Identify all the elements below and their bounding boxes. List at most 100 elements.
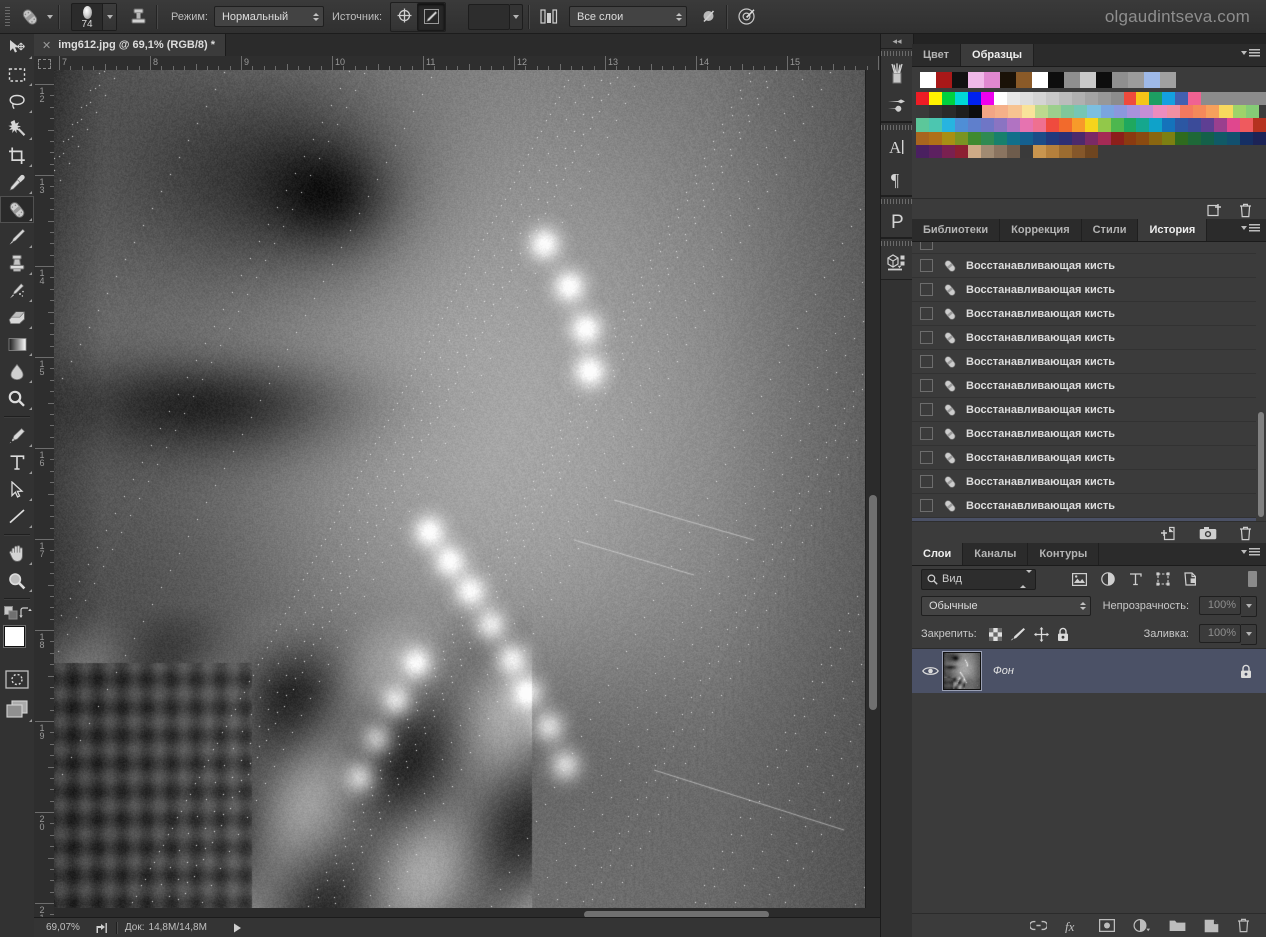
color-swatch[interactable] <box>942 105 956 119</box>
options-bar-grip[interactable] <box>3 5 13 28</box>
color-swatch[interactable] <box>1214 92 1228 106</box>
history-item[interactable]: Восстанавливающая кисть <box>912 326 1266 350</box>
layer-row-background[interactable]: Фон <box>912 649 1266 693</box>
tab-color[interactable]: Цвет <box>912 44 962 66</box>
color-swatch[interactable] <box>1175 144 1189 158</box>
color-swatch[interactable] <box>1136 118 1150 132</box>
lock-transparency-icon[interactable] <box>988 627 1002 641</box>
color-swatch[interactable] <box>1149 131 1163 145</box>
tool-crop[interactable] <box>0 142 34 169</box>
filter-smart-object-icon[interactable] <box>1184 572 1198 586</box>
pattern-swatch-picker[interactable] <box>468 3 523 30</box>
color-swatch[interactable] <box>1097 131 1111 145</box>
color-swatch[interactable] <box>1071 144 1085 158</box>
color-swatch[interactable] <box>1162 131 1176 145</box>
recent-swatch[interactable] <box>1128 72 1144 88</box>
tab-styles[interactable]: Стили <box>1081 219 1139 241</box>
color-swatch[interactable] <box>993 92 1007 106</box>
tablet-pressure-button[interactable] <box>733 4 759 30</box>
dock-grip-3[interactable] <box>881 197 913 205</box>
color-swatch[interactable] <box>941 131 955 145</box>
swap-colors-icon[interactable] <box>19 607 32 619</box>
collapse-panels-icon[interactable]: ◂◂ <box>881 34 913 48</box>
color-swatch[interactable] <box>968 105 982 119</box>
recent-swatch[interactable] <box>984 72 1000 88</box>
fill-value[interactable]: 100% <box>1199 623 1241 643</box>
color-swatch[interactable] <box>928 131 942 145</box>
color-swatch[interactable] <box>1175 92 1189 106</box>
vertical-scroll-thumb[interactable] <box>869 495 877 710</box>
pattern-source-button[interactable] <box>125 4 151 30</box>
layer-name[interactable]: Фон <box>993 665 1014 677</box>
color-swatch[interactable] <box>1110 118 1124 132</box>
new-snapshot-icon[interactable] <box>1199 526 1217 540</box>
color-swatch[interactable] <box>928 118 942 132</box>
color-swatch[interactable] <box>1206 105 1220 119</box>
color-swatch[interactable] <box>1219 105 1233 119</box>
tab-layers[interactable]: Слои <box>912 543 964 565</box>
history-item[interactable]: Восстанавливающая кисть <box>912 254 1266 278</box>
mode-select[interactable]: Нормальный <box>213 6 324 27</box>
color-swatch[interactable] <box>1136 92 1150 106</box>
delete-state-icon[interactable] <box>1239 526 1252 541</box>
color-swatch[interactable] <box>1149 92 1163 106</box>
color-swatch[interactable] <box>1188 92 1202 106</box>
lock-icon[interactable] <box>1240 664 1252 679</box>
color-swatch[interactable] <box>1019 118 1033 132</box>
history-item[interactable]: Восстанавливающая кисть <box>912 398 1266 422</box>
color-swatch[interactable] <box>1201 92 1215 106</box>
brush-chevron-down-icon[interactable] <box>102 3 116 30</box>
history-item[interactable]: Восстанавливающая кисть <box>912 446 1266 470</box>
history-item[interactable]: Восстанавливающая кисть <box>912 518 1266 521</box>
history-snapshot-checkbox[interactable] <box>920 499 933 512</box>
color-swatch[interactable] <box>967 118 981 132</box>
color-swatch[interactable] <box>955 105 969 119</box>
dock-grip[interactable] <box>881 49 913 57</box>
color-swatch[interactable] <box>1253 144 1266 158</box>
play-arrow-icon[interactable] <box>233 923 242 933</box>
color-swatch[interactable] <box>1123 92 1137 106</box>
document-tab[interactable]: ✕ img612.jpg @ 69,1% (RGB/8) * <box>34 34 227 56</box>
color-swatch[interactable] <box>1201 131 1215 145</box>
dock-grip-4[interactable] <box>881 239 913 247</box>
tab-libraries[interactable]: Библиотеки <box>912 219 1001 241</box>
recent-swatch[interactable] <box>1000 72 1016 88</box>
3d-icon[interactable] <box>881 247 913 279</box>
zoom-level[interactable]: 69,07% <box>46 922 80 933</box>
color-swatch[interactable] <box>1149 118 1163 132</box>
color-swatch[interactable] <box>1192 105 1207 119</box>
recent-swatch[interactable] <box>968 72 984 88</box>
color-swatch[interactable] <box>1162 92 1176 106</box>
history-item[interactable]: Восстанавливающая кисть <box>912 278 1266 302</box>
color-swatch[interactable] <box>1253 118 1266 132</box>
history-snapshot-checkbox[interactable] <box>920 355 933 368</box>
history-item[interactable]: Восстанавливающая кисть <box>912 374 1266 398</box>
color-swatch[interactable] <box>1175 131 1189 145</box>
color-swatch[interactable] <box>1245 105 1259 119</box>
canvas-vertical-scrollbar[interactable] <box>865 70 880 918</box>
color-swatch[interactable] <box>1110 131 1124 145</box>
dock-grip-2[interactable] <box>881 123 913 131</box>
color-swatch[interactable] <box>1045 144 1059 158</box>
properties-icon[interactable]: P <box>881 205 913 237</box>
tab-history[interactable]: История <box>1138 219 1208 241</box>
color-swatch[interactable] <box>1136 131 1150 145</box>
fill-field[interactable]: 100% <box>1199 623 1257 645</box>
color-swatch[interactable] <box>1100 105 1114 119</box>
color-swatch[interactable] <box>993 131 1007 145</box>
tool-blur[interactable] <box>0 358 34 385</box>
history-snapshot-checkbox[interactable] <box>920 283 933 296</box>
color-swatch[interactable] <box>967 131 981 145</box>
lock-all-icon[interactable] <box>1057 627 1069 642</box>
delete-swatch-icon[interactable] <box>1239 203 1252 218</box>
color-swatch[interactable] <box>1123 131 1137 145</box>
color-swatch[interactable] <box>1227 131 1241 145</box>
color-swatch[interactable] <box>1019 131 1033 145</box>
color-swatch[interactable] <box>1162 144 1176 158</box>
color-swatch[interactable] <box>916 144 929 158</box>
color-swatch[interactable] <box>1019 144 1033 158</box>
opacity-field[interactable]: 100% <box>1199 595 1257 617</box>
color-swatch[interactable] <box>916 131 929 145</box>
color-swatch[interactable] <box>1153 105 1167 119</box>
filter-adjustment-icon[interactable] <box>1101 572 1115 586</box>
